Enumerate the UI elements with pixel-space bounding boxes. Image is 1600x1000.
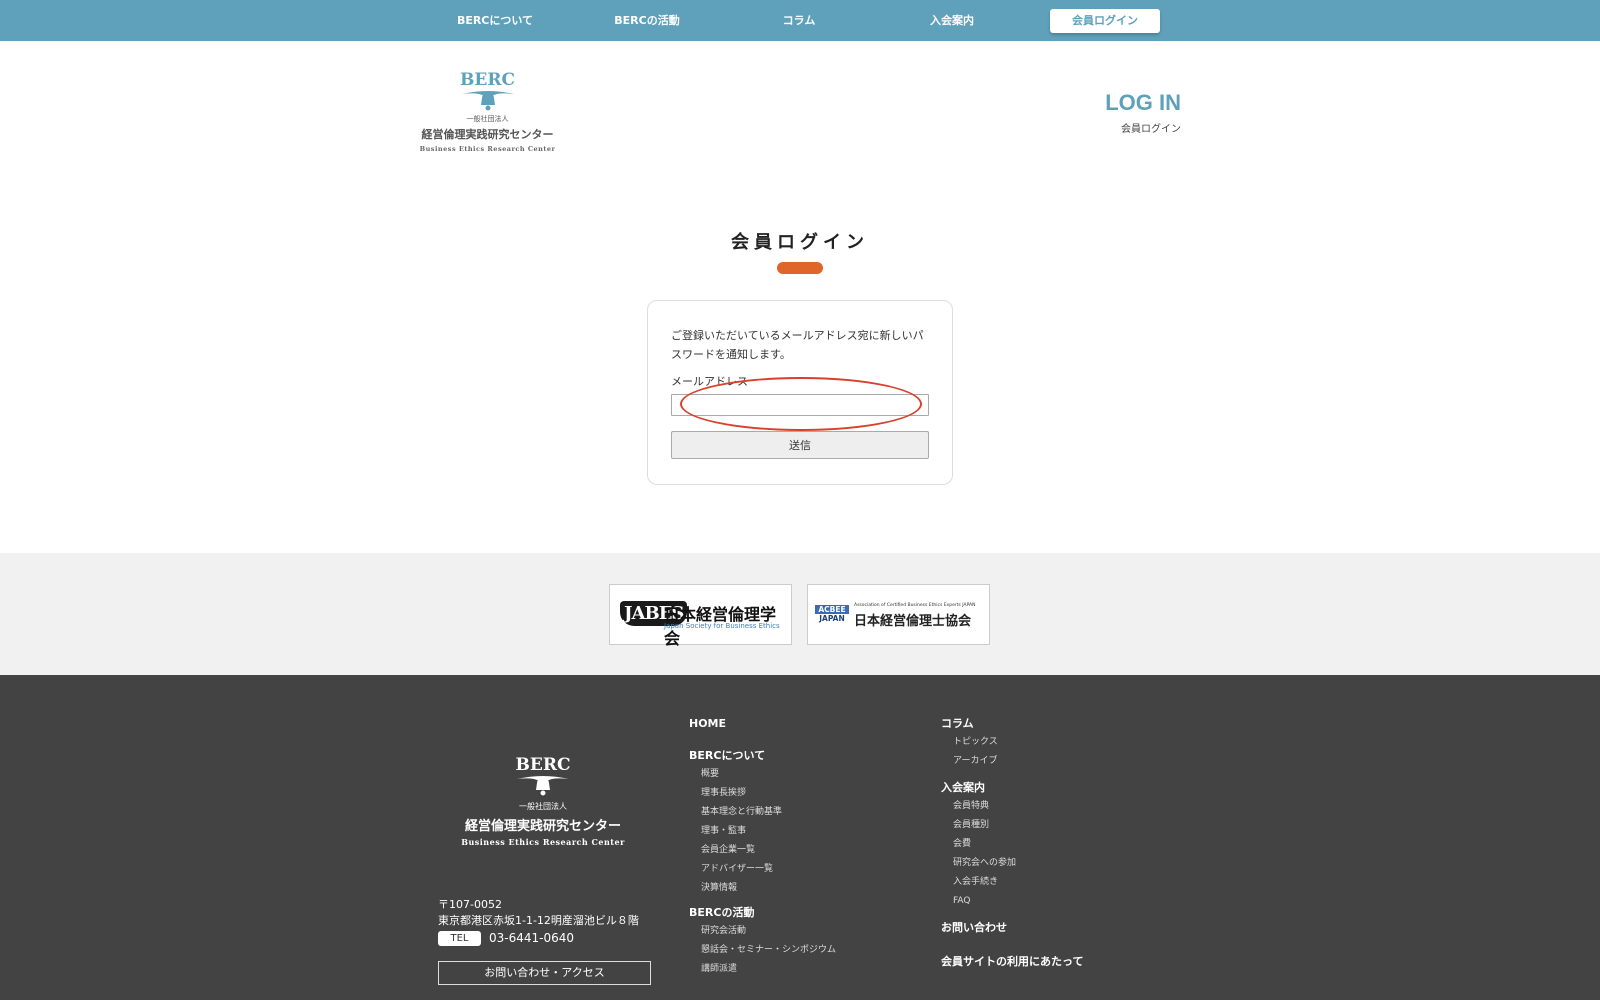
partner-banner-area: JABES 日本経営倫理学会 Japan Society for Busines… [0,553,1600,675]
footer-logo-jp-name: 経営倫理実践研究センター [464,819,621,834]
submit-button[interactable]: 送信 [671,431,929,459]
login-heading-en: LOG IN [1105,90,1181,115]
logo-jp-name: 経営倫理実践研究センター [421,128,554,141]
footer-link-join-research[interactable]: 研究会への参加 [941,854,1083,873]
acbee-logo-bottom: JAPAN [819,614,845,623]
footer-logo-brand: BERC [515,755,571,775]
footer-link-column-archive[interactable]: アーカイブ [941,752,1083,771]
footer-link-about[interactable]: BERCについて [689,747,836,765]
footer-logo[interactable]: BERC 一般社団法人 経営倫理実践研究センター Business Ethics… [458,755,628,847]
footer-logo-en-name: Business Ethics Research Center [461,837,625,847]
footer-link-join-procedure[interactable]: 入会手続き [941,873,1083,892]
logo-brand: BERC [460,70,515,90]
footer-link-activities-research[interactable]: 研究会活動 [689,922,836,941]
footer-link-join-faq[interactable]: FAQ [941,892,1083,911]
acbee-logo: ACBEE JAPAN [815,605,849,623]
tel-badge: TEL [438,930,481,946]
site-logo[interactable]: BERC 一般社団法人 経営倫理実践研究センター Business Ethics… [415,70,560,165]
partner-jabes-banner[interactable]: JABES 日本経営倫理学会 Japan Society for Busines… [609,584,792,648]
acbee-en-name: Association of Certified Business Ethics… [854,603,976,608]
email-highlight-circle [680,377,922,431]
footer-link-activities[interactable]: BERCの活動 [689,904,836,922]
footer-link-about-advisors[interactable]: アドバイザー一覧 [689,860,836,879]
footer-link-join-fees[interactable]: 会費 [941,835,1083,854]
footer-link-column-topics[interactable]: トピックス [941,733,1083,752]
footer-link-join-types[interactable]: 会員種別 [941,816,1083,835]
footer-logo-org-type: 一般社団法人 [519,802,567,811]
contact-access-button[interactable]: お問い合わせ・アクセス [438,961,651,985]
page-title: 会員ログイン [731,232,869,253]
top-navigation: BERCについて BERCの活動 コラム 入会案内 会員ログイン [0,0,1600,41]
footer-link-join[interactable]: 入会案内 [941,779,1083,797]
footer-link-about-philosophy[interactable]: 基本理念と行動基準 [689,803,836,822]
reset-description: ご登録いただいているメールアドレス宛に新しいパスワードを通知します。 [671,329,924,361]
nav-login-button[interactable]: 会員ログイン [1050,9,1160,33]
nav-item-join[interactable]: 入会案内 [892,12,1012,28]
logo-org-type: 一般社団法人 [466,115,509,123]
footer-link-about-members[interactable]: 会員企業一覧 [689,841,836,860]
site-footer: BERC 一般社団法人 経営倫理実践研究センター Business Ethics… [0,675,1600,1000]
footer-link-about-financials[interactable]: 決算情報 [689,879,836,898]
footer-nav-col-2: コラム トピックス アーカイブ 入会案内 会員特典 会員種別 会費 研究会への参… [941,715,1083,971]
footer-link-about-directors[interactable]: 理事・監事 [689,822,836,841]
footer-nav-col-1: HOME BERCについて 概要 理事長挨拶 基本理念と行動基準 理事・監事 会… [689,715,836,979]
login-heading: LOG IN 会員ログイン [1105,90,1181,135]
bell-icon [461,91,514,111]
footer-link-about-greeting[interactable]: 理事長挨拶 [689,784,836,803]
partner-acbee-banner[interactable]: ACBEE JAPAN Association of Certified Bus… [807,584,990,645]
footer-address: 〒107-0052 東京都港区赤坂1-1-12明産溜池ビル８階 [438,897,639,929]
acbee-jp-name: 日本経営倫理士協会 [854,614,972,629]
footer-phone: TEL 03-6441-0640 [438,930,574,946]
logo-en-name: Business Ethics Research Center [419,145,556,153]
footer-link-member-site[interactable]: 会員サイトの利用にあたって [941,953,1083,971]
acbee-logo-top: ACBEE [815,605,849,614]
footer-link-column[interactable]: コラム [941,715,1083,733]
tel-number[interactable]: 03-6441-0640 [489,931,574,945]
footer-link-home[interactable]: HOME [689,715,836,733]
nav-item-activities[interactable]: BERCの活動 [587,12,707,28]
nav-item-about[interactable]: BERCについて [435,12,555,28]
footer-link-activities-seminars[interactable]: 懇話会・セミナー・シンポジウム [689,941,836,960]
nav-item-column[interactable]: コラム [739,12,859,28]
footer-link-about-overview[interactable]: 概要 [689,765,836,784]
footer-postal-code: 〒107-0052 [438,898,502,911]
jabes-en-name: Japan Society for Business Ethics [664,622,780,630]
title-accent-bar [777,262,823,274]
footer-link-contact[interactable]: お問い合わせ [941,919,1083,937]
footer-street-address: 東京都港区赤坂1-1-12明産溜池ビル８階 [438,914,639,927]
footer-link-activities-lecturers[interactable]: 講師派遣 [689,960,836,979]
login-heading-jp: 会員ログイン [1121,124,1181,135]
footer-bell-icon [517,776,569,796]
footer-link-join-benefits[interactable]: 会員特典 [941,797,1083,816]
